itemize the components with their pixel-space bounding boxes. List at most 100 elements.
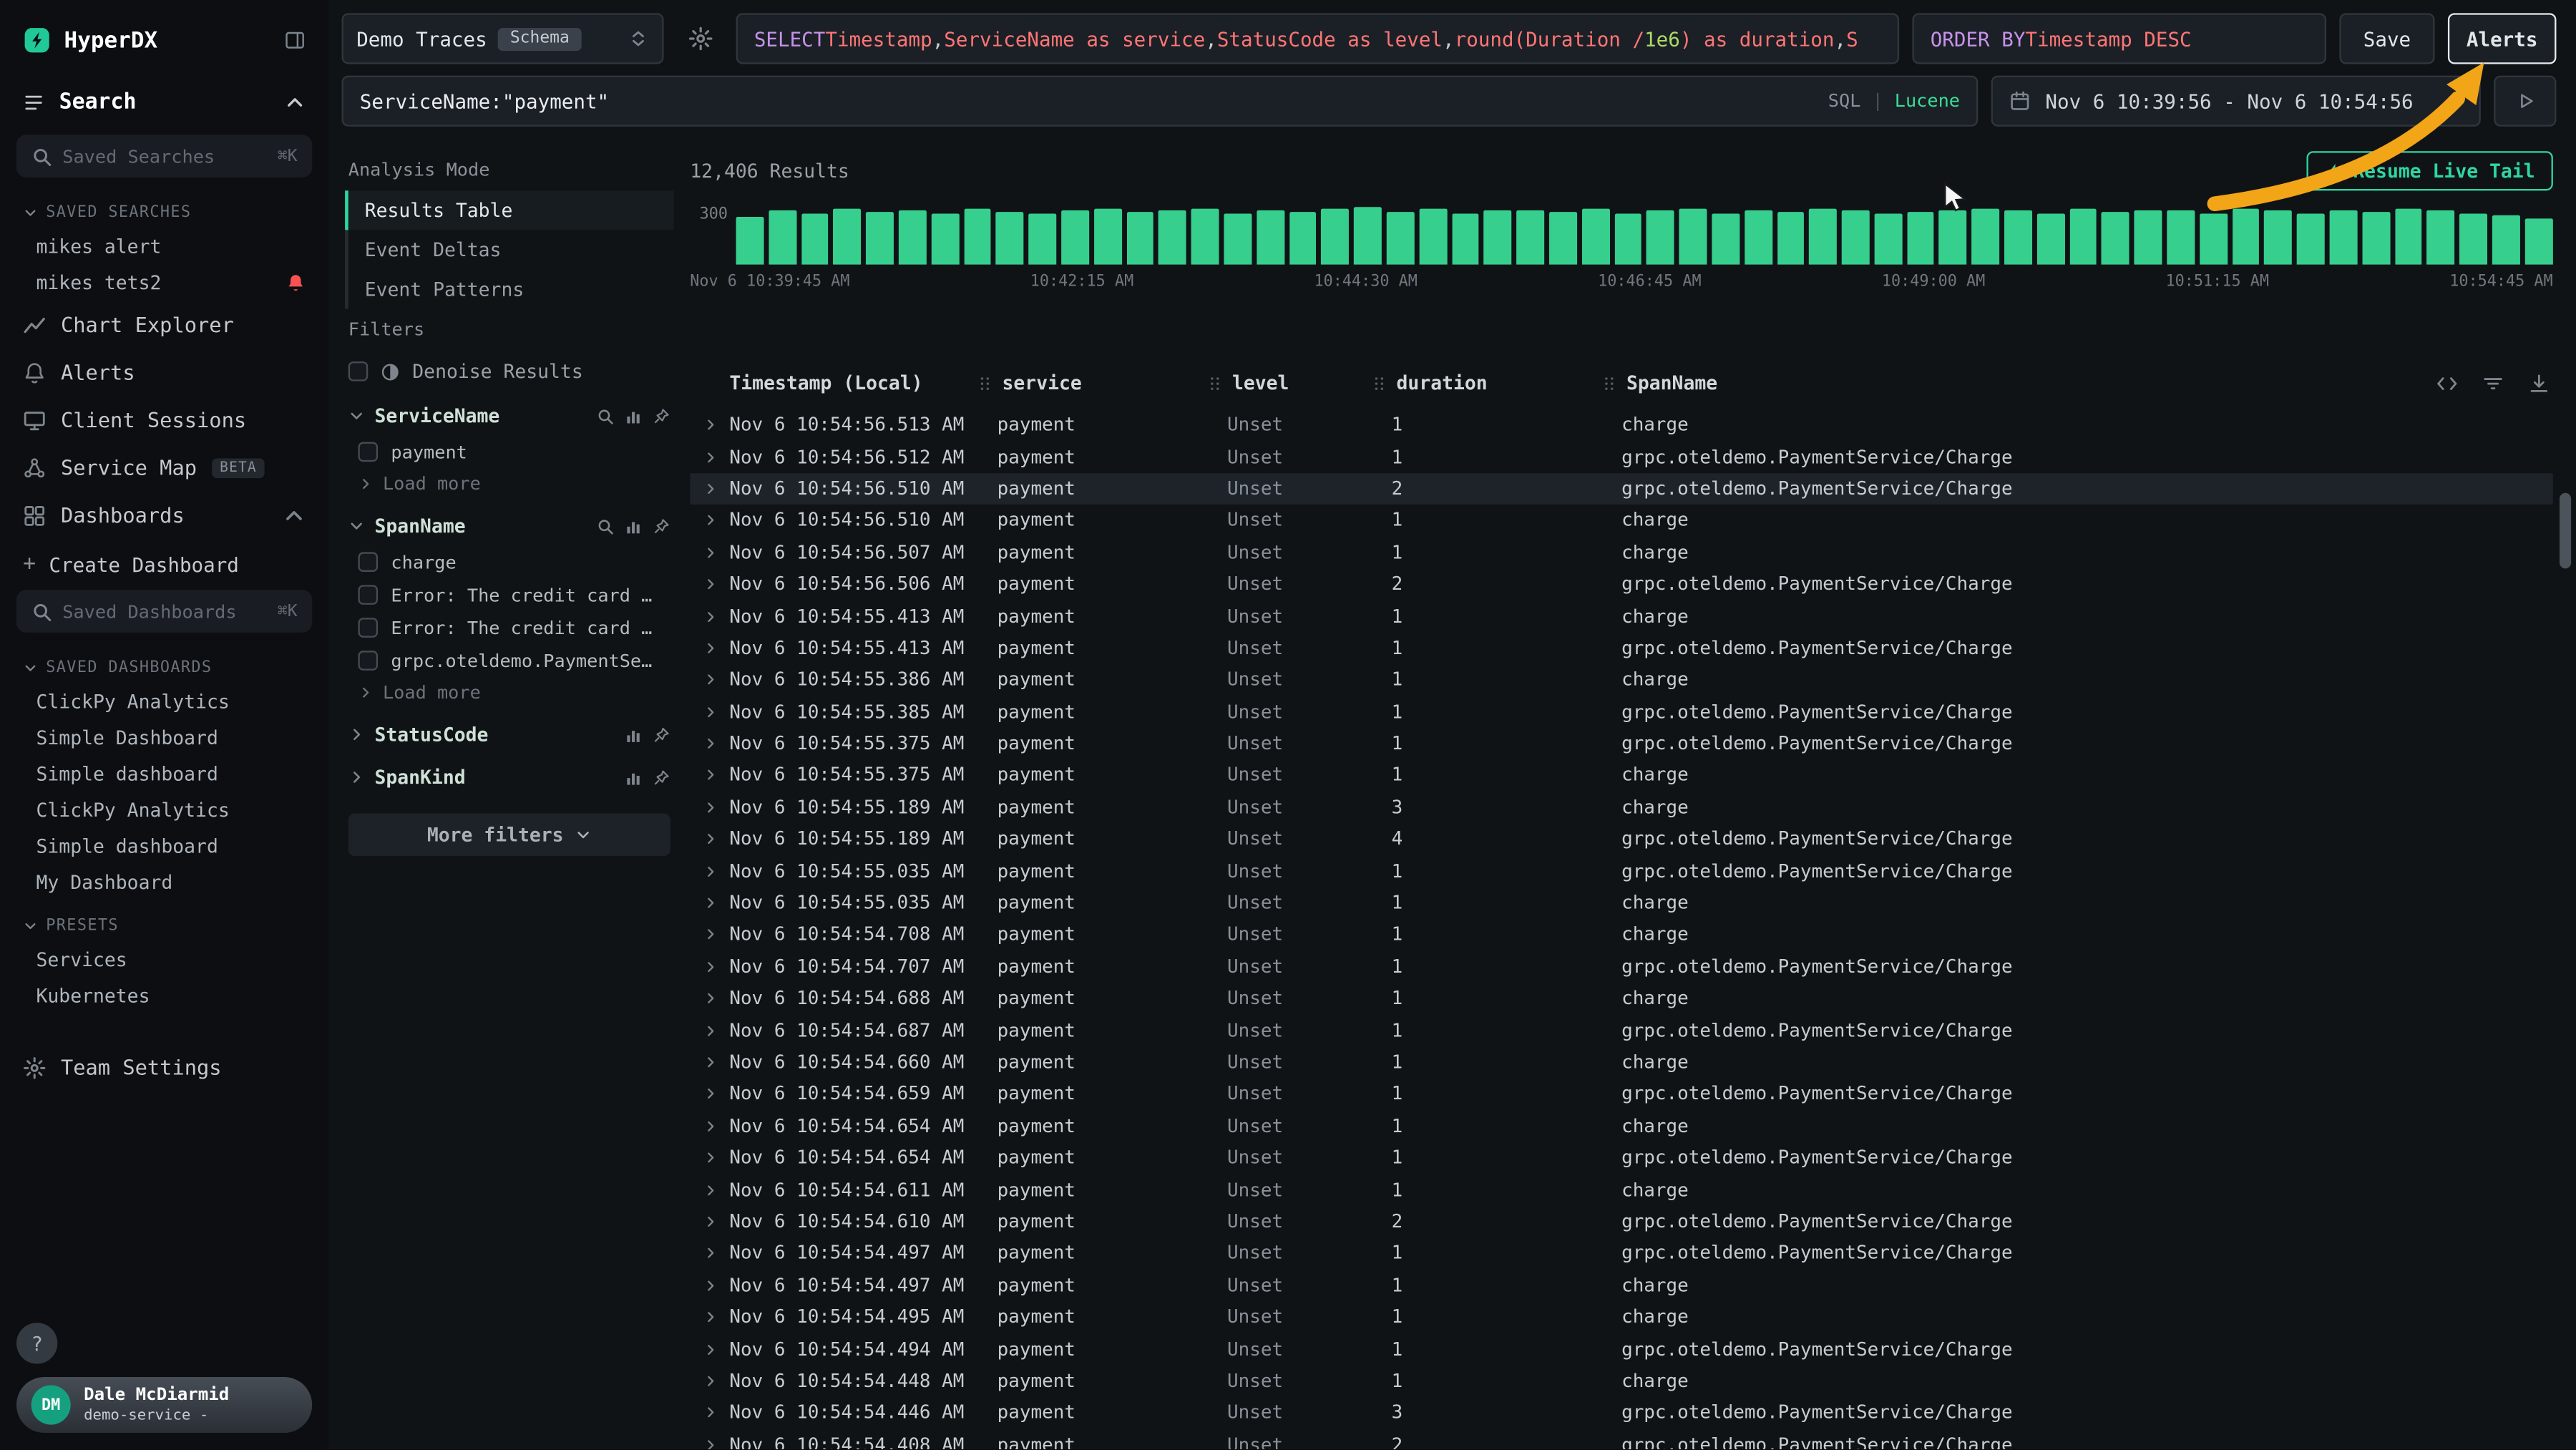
histogram-bar[interactable] — [1516, 211, 1544, 265]
drag-handle-icon[interactable] — [1367, 374, 1390, 391]
row-expand-icon[interactable] — [690, 482, 729, 497]
table-row[interactable]: Nov 6 10:54:55.413 AMpaymentUnset1charge — [690, 600, 2553, 633]
column-header-duration[interactable]: duration — [1367, 371, 1596, 394]
section-search[interactable]: Search — [0, 77, 328, 128]
histogram-bar[interactable] — [1712, 213, 1740, 264]
alerts-button[interactable]: Alerts — [2448, 13, 2557, 64]
chevron-up-icon[interactable] — [284, 92, 306, 114]
pin-icon[interactable] — [652, 726, 670, 744]
run-query-button[interactable] — [2494, 76, 2556, 127]
table-row[interactable]: Nov 6 10:54:56.507 AMpaymentUnset1charge — [690, 537, 2553, 569]
histogram-bar[interactable] — [2069, 209, 2097, 264]
histogram-bar[interactable] — [2492, 215, 2520, 264]
table-row[interactable]: Nov 6 10:54:55.375 AMpaymentUnset1grpc.o… — [690, 728, 2553, 760]
row-expand-icon[interactable] — [690, 1055, 729, 1070]
checkbox[interactable] — [358, 618, 379, 638]
row-expand-icon[interactable] — [690, 545, 729, 560]
histogram-bars[interactable] — [736, 205, 2553, 265]
table-row[interactable]: Nov 6 10:54:54.708 AMpaymentUnset1charge — [690, 919, 2553, 951]
row-expand-icon[interactable] — [690, 1373, 729, 1388]
saved-searches-input[interactable]: Saved Searches ⌘K — [16, 135, 312, 177]
order-by-input[interactable]: ORDER BY Timestamp DESC — [1912, 13, 2326, 64]
histogram-bar[interactable] — [1029, 213, 1057, 264]
view-code-icon[interactable] — [2436, 372, 2458, 394]
histogram-bar[interactable] — [866, 212, 894, 264]
chart-icon[interactable] — [624, 768, 642, 786]
histogram-bar[interactable] — [1874, 214, 1902, 265]
filter-value-row[interactable]: Error: The credit card … — [345, 578, 673, 611]
saved-search-item[interactable]: mikes tets2 — [0, 265, 328, 301]
user-menu[interactable]: DM Dale McDiarmid demo-service - — [16, 1377, 312, 1433]
create-dashboard-button[interactable]: + Create Dashboard — [0, 539, 328, 583]
filter-group-header[interactable]: SpanName — [345, 503, 673, 546]
table-row[interactable]: Nov 6 10:54:55.375 AMpaymentUnset1charge — [690, 759, 2553, 792]
histogram-bar[interactable] — [769, 210, 796, 265]
row-expand-icon[interactable] — [690, 1437, 729, 1449]
row-expand-icon[interactable] — [690, 959, 729, 974]
histogram-bar[interactable] — [1809, 209, 1837, 264]
filter-value-row[interactable]: charge — [345, 545, 673, 578]
histogram-bar[interactable] — [801, 213, 829, 264]
histogram-bar[interactable] — [899, 211, 927, 265]
row-expand-icon[interactable] — [690, 1119, 729, 1134]
source-settings-button[interactable] — [677, 13, 723, 64]
row-expand-icon[interactable] — [690, 673, 729, 688]
table-row[interactable]: Nov 6 10:54:54.654 AMpaymentUnset1charge — [690, 1110, 2553, 1142]
histogram-bar[interactable] — [1549, 212, 1577, 264]
filter-group-header[interactable]: SpanKind — [345, 754, 673, 797]
search-icon[interactable] — [596, 517, 614, 535]
denoise-results-toggle[interactable]: Denoise Results — [345, 350, 673, 393]
sql-mode-toggle[interactable]: SQL — [1828, 90, 1861, 112]
table-row[interactable]: Nov 6 10:54:54.707 AMpaymentUnset1grpc.o… — [690, 951, 2553, 983]
histogram-bar[interactable] — [1939, 210, 1967, 265]
table-row[interactable]: Nov 6 10:54:54.654 AMpaymentUnset1grpc.o… — [690, 1142, 2553, 1174]
row-expand-icon[interactable] — [690, 1215, 729, 1230]
column-header-service[interactable]: service — [972, 371, 1202, 394]
table-row[interactable]: Nov 6 10:54:54.659 AMpaymentUnset1grpc.o… — [690, 1079, 2553, 1111]
more-filters-button[interactable]: More filters — [348, 813, 670, 856]
row-expand-icon[interactable] — [690, 895, 729, 910]
table-row[interactable]: Nov 6 10:54:54.494 AMpaymentUnset1grpc.o… — [690, 1333, 2553, 1366]
table-row[interactable]: Nov 6 10:54:55.413 AMpaymentUnset1grpc.o… — [690, 632, 2553, 664]
pin-icon[interactable] — [652, 407, 670, 424]
column-header-spanname[interactable]: SpanName — [1597, 371, 2553, 394]
filter-value-row[interactable]: payment — [345, 435, 673, 468]
histogram-bar[interactable] — [2232, 209, 2260, 264]
row-expand-icon[interactable] — [690, 609, 729, 624]
pin-icon[interactable] — [652, 768, 670, 786]
histogram-bar[interactable] — [834, 209, 862, 264]
column-header-level[interactable]: level — [1203, 371, 1367, 394]
saved-dashboards-input[interactable]: Saved Dashboards ⌘K — [16, 590, 312, 633]
histogram-bar[interactable] — [1679, 208, 1707, 265]
histogram-bar[interactable] — [1191, 210, 1219, 265]
checkbox[interactable] — [358, 442, 379, 462]
row-expand-icon[interactable] — [690, 991, 729, 1006]
histogram-bar[interactable] — [1745, 210, 1772, 265]
table-row[interactable]: Nov 6 10:54:54.497 AMpaymentUnset1grpc.o… — [690, 1237, 2553, 1270]
chart-icon[interactable] — [624, 517, 642, 535]
row-expand-icon[interactable] — [690, 449, 729, 464]
table-row[interactable]: Nov 6 10:54:55.035 AMpaymentUnset1grpc.o… — [690, 855, 2553, 887]
saved-search-item[interactable]: mikes alert — [0, 228, 328, 265]
help-button[interactable]: ? — [16, 1323, 57, 1363]
histogram-bar[interactable] — [1387, 211, 1415, 264]
histogram-bar[interactable] — [2102, 212, 2130, 264]
histogram-bar[interactable] — [1061, 210, 1089, 265]
search-input[interactable]: ServiceName:"payment" SQL | Lucene — [342, 76, 1979, 127]
histogram-bar[interactable] — [1907, 212, 1935, 264]
row-expand-icon[interactable] — [690, 864, 729, 879]
row-expand-icon[interactable] — [690, 577, 729, 592]
row-expand-icon[interactable] — [690, 1151, 729, 1166]
row-expand-icon[interactable] — [690, 513, 729, 528]
table-row[interactable]: Nov 6 10:54:55.385 AMpaymentUnset1grpc.o… — [690, 696, 2553, 728]
load-more-button[interactable]: Load more — [345, 677, 673, 711]
row-expand-icon[interactable] — [690, 1023, 729, 1038]
saved-searches-heading[interactable]: SAVED SEARCHES — [0, 188, 328, 228]
filter-value-row[interactable]: grpc.oteldemo.PaymentSe… — [345, 644, 673, 677]
row-expand-icon[interactable] — [690, 768, 729, 783]
sidebar-item-dashboards[interactable]: Dashboards — [0, 491, 328, 539]
row-expand-icon[interactable] — [690, 1310, 729, 1325]
histogram-bar[interactable] — [1257, 210, 1284, 265]
preset-item[interactable]: Kubernetes — [0, 978, 328, 1014]
saved-dashboard-item[interactable]: ClickPy Analytics — [0, 683, 328, 720]
